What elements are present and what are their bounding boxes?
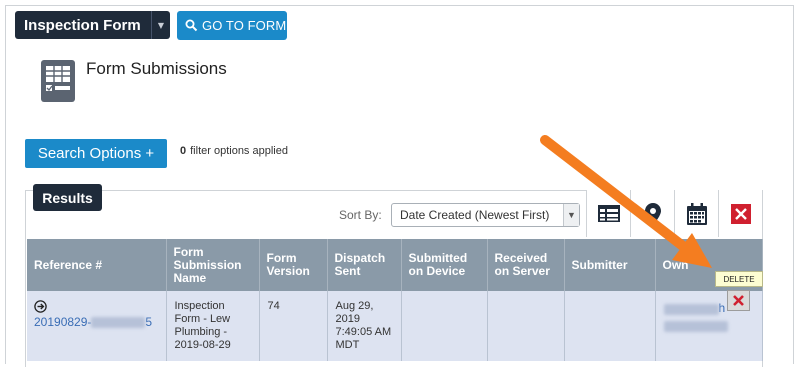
chevron-down-icon[interactable]: ▼ [151, 11, 170, 39]
sort-by-value: Date Created (Newest First) [400, 208, 550, 222]
calendar-view-button[interactable] [674, 190, 718, 237]
received-on-server-cell [487, 291, 565, 361]
table-view-button[interactable] [586, 190, 630, 237]
search-icon [185, 19, 198, 32]
redacted-text [91, 317, 146, 329]
sort-by-label: Sort By: [339, 208, 382, 222]
submitter-cell [564, 291, 656, 361]
reference-suffix: 5 [145, 315, 153, 329]
map-view-button[interactable] [630, 190, 674, 237]
chevron-down-icon: ▼ [563, 204, 579, 226]
redacted-text [663, 321, 728, 332]
go-to-form-button[interactable]: GO TO FORM [177, 11, 287, 40]
arrow-circle-right-icon[interactable] [34, 300, 47, 313]
close-icon [733, 295, 744, 306]
column-header[interactable]: Reference # [27, 239, 167, 291]
map-pin-icon [644, 202, 661, 225]
calendar-icon [686, 202, 707, 225]
results-tab: Results [33, 184, 102, 211]
go-to-form-label: GO TO FORM [202, 18, 287, 33]
view-toolbar [586, 190, 762, 237]
submitted-on-device-cell [401, 291, 488, 361]
form-submissions-icon [41, 60, 75, 102]
results-table: Reference # Form Submission Name Form Ve… [27, 239, 763, 361]
table-row[interactable]: 20190829- 5 Inspection Form - Lew Plumbin… [27, 291, 763, 361]
column-header[interactable]: Submitter [564, 239, 656, 291]
owner-partial: h [718, 301, 726, 315]
reference-prefix: 20190829- [34, 315, 92, 329]
table-header-row: Reference # Form Submission Name Form Ve… [27, 239, 763, 291]
submission-name-cell: Inspection Form - Lew Plumbing - 2019-08… [166, 291, 260, 361]
delete-icon [730, 203, 751, 224]
search-options-button[interactable]: Search Options + [25, 139, 167, 168]
column-header[interactable]: Dispatch Sent [327, 239, 402, 291]
redacted-text [663, 303, 719, 315]
dispatch-sent-cell: Aug 29, 2019 7:49:05 AM MDT [327, 291, 402, 361]
page-title: Form Submissions [86, 59, 227, 78]
column-header[interactable]: Form Version [259, 239, 328, 291]
column-header[interactable]: Form Submission Name [166, 239, 260, 291]
filter-status-text: filter options applied [190, 145, 288, 157]
form-selector[interactable]: Inspection Form ▼ [15, 11, 170, 39]
row-delete-button[interactable] [727, 290, 750, 311]
reference-cell: 20190829- 5 [27, 291, 167, 361]
version-cell: 74 [259, 291, 328, 361]
reference-link[interactable]: 20190829- 5 [34, 315, 152, 329]
column-header[interactable]: Received on Server [487, 239, 565, 291]
sort-by-select[interactable]: Date Created (Newest First) ▼ [391, 203, 580, 227]
delete-all-button[interactable] [718, 190, 762, 237]
form-selector-label: Inspection Form [24, 16, 141, 34]
column-header[interactable]: Submitted on Device [401, 239, 488, 291]
filter-count: 0 [180, 145, 187, 157]
table-view-icon [597, 205, 620, 222]
filter-status: 0 filter options applied [180, 145, 288, 157]
delete-tooltip: DELETE [715, 271, 763, 287]
